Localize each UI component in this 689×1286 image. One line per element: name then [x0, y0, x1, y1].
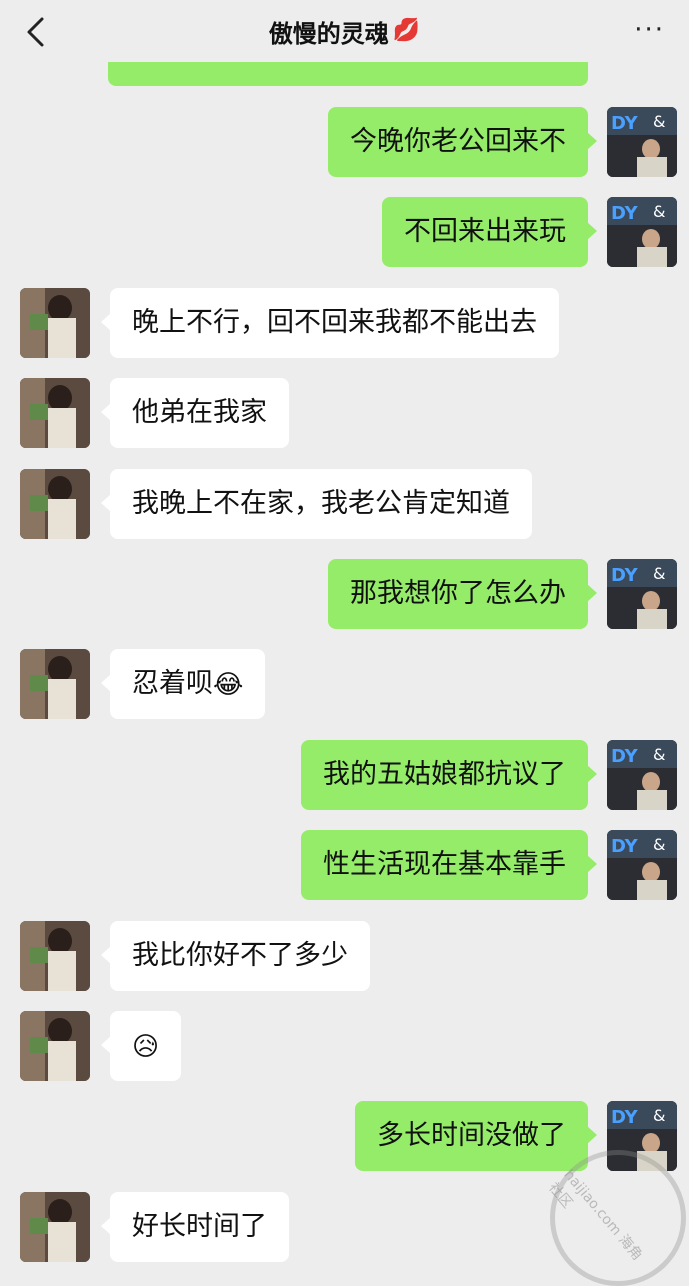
chat-title: 傲慢的灵魂 — [268, 19, 389, 48]
svg-text:DY: DY — [611, 203, 639, 224]
contact-avatar[interactable] — [20, 1192, 90, 1262]
message-row: 性生活现在基本靠手 DY & — [0, 830, 689, 900]
message-row: 晚上不行，回不回来我都不能出去 — [0, 288, 689, 358]
svg-text:DY: DY — [611, 836, 639, 857]
sent-message-bubble[interactable]: 那我想你了怎么办 — [328, 559, 597, 629]
previous-message-bubble[interactable] — [108, 62, 588, 86]
tears-of-joy-emoji-icon: 😂 — [213, 669, 244, 700]
message-row: 我的五姑娘都抗议了 DY & — [0, 740, 689, 810]
message-row: 忍着呗😂 — [0, 649, 689, 719]
message-row: 我晚上不在家，我老公肯定知道 — [0, 469, 689, 539]
chat-header: 傲慢的灵魂 💋 ··· — [0, 0, 689, 62]
svg-text:DY: DY — [611, 565, 639, 586]
received-message-bubble[interactable]: 晚上不行，回不回来我都不能出去 — [101, 288, 559, 358]
svg-text:&: & — [653, 202, 665, 221]
received-message-bubble[interactable]: 好长时间了 — [101, 1192, 289, 1262]
contact-avatar[interactable] — [20, 1011, 90, 1081]
message-row: 今晚你老公回来不 DY & — [0, 107, 689, 177]
sent-message-bubble[interactable]: 今晚你老公回来不 — [328, 107, 597, 177]
message-row: 😥 — [0, 1011, 689, 1081]
contact-avatar[interactable] — [20, 288, 90, 358]
sent-message-bubble[interactable]: 不回来出来玩 — [382, 197, 597, 267]
my-avatar[interactable]: DY & — [607, 107, 677, 177]
contact-avatar[interactable] — [20, 649, 90, 719]
contact-avatar[interactable] — [20, 378, 90, 448]
svg-text:&: & — [653, 745, 665, 764]
received-message-bubble[interactable]: 我比你好不了多少 — [101, 921, 370, 991]
svg-text:DY: DY — [611, 113, 639, 134]
message-row: 他弟在我家 — [0, 378, 689, 448]
my-avatar[interactable]: DY & — [607, 197, 677, 267]
sad-sweat-emoji-icon: 😥 — [132, 1031, 160, 1062]
svg-text:DY: DY — [611, 1107, 639, 1128]
lips-emoji-icon: 💋 — [392, 18, 421, 43]
sent-message-bubble[interactable]: 我的五姑娘都抗议了 — [301, 740, 597, 810]
received-message-bubble[interactable]: 忍着呗😂 — [100, 649, 266, 719]
message-row: 我比你好不了多少 — [0, 921, 689, 991]
svg-text:&: & — [653, 1106, 665, 1125]
svg-text:&: & — [653, 564, 665, 583]
my-avatar[interactable]: DY & — [607, 740, 677, 810]
contact-avatar[interactable] — [20, 469, 90, 539]
svg-text:&: & — [653, 112, 665, 131]
message-row: 不回来出来玩 DY & — [0, 197, 689, 267]
received-message-bubble[interactable]: 他弟在我家 — [101, 378, 289, 448]
my-avatar[interactable]: DY & — [607, 559, 677, 629]
received-message-bubble[interactable]: 😥 — [100, 1011, 182, 1081]
contact-avatar[interactable] — [20, 921, 90, 991]
sent-message-bubble[interactable]: 性生活现在基本靠手 — [301, 830, 597, 900]
svg-text:&: & — [653, 835, 665, 854]
more-options-button[interactable]: ··· — [634, 17, 665, 43]
my-avatar[interactable]: DY & — [607, 830, 677, 900]
svg-text:DY: DY — [611, 746, 639, 767]
sent-message-bubble[interactable]: 多长时间没做了 — [355, 1101, 597, 1171]
received-message-bubble[interactable]: 我晚上不在家，我老公肯定知道 — [101, 469, 532, 539]
message-row: 那我想你了怎么办 DY & — [0, 559, 689, 629]
